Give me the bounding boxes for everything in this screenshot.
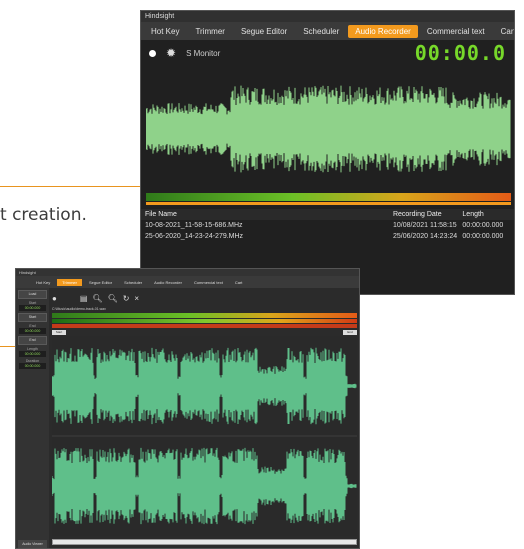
file-name: 25-06-2020_14-23-24-279.MHz — [145, 233, 244, 240]
zoom-in-icon[interactable]: 🔍︎ — [92, 294, 102, 303]
length-field: 00:00.000 — [19, 351, 46, 357]
tab-trimmer[interactable]: Trimmer — [188, 25, 231, 38]
end-marker[interactable]: End — [343, 330, 357, 335]
recording-date: 10/08/2021 11:58:15 — [392, 222, 457, 229]
level-meter — [146, 193, 511, 201]
file-name: 10-08-2021_11-58-15-686.MHz — [145, 222, 243, 229]
start-time-field[interactable]: 00:00.000 — [19, 305, 46, 311]
window-title: Hindsight — [16, 269, 359, 276]
recording-timer: 00:00.0 — [414, 41, 506, 65]
caption-text: t creation. — [0, 205, 87, 225]
tab-audio-recorder[interactable]: Audio Recorder — [348, 24, 418, 38]
end-time-field[interactable]: 00:00.000 — [19, 328, 46, 334]
tab-hot-key[interactable]: Hot Key — [31, 279, 55, 286]
table-row[interactable]: 10-08-2021_11-58-15-686.MHz 10/08/2021 1… — [141, 220, 514, 231]
trimmer-window: Hindsight Hot Key Trimmer Segue Editor S… — [15, 268, 360, 549]
tab-commercial-text[interactable]: Commercial text — [189, 279, 228, 286]
tab-trimmer[interactable]: Trimmer — [57, 278, 82, 286]
trimmer-sidebar: Load Start 00:00.000 Start End 00:00.000… — [16, 288, 49, 548]
tab-segue-editor[interactable]: Segue Editor — [84, 279, 117, 286]
window-title: Hindsight — [141, 11, 514, 22]
column-header: Recording Date — [392, 211, 442, 218]
gear-icon[interactable]: ✹ — [166, 47, 176, 59]
table-row[interactable]: 25-06-2020_14-23-24-279.MHz 25/06/2020 1… — [141, 231, 514, 242]
tab-bar: Hot Key Trimmer Segue Editor Scheduler A… — [141, 22, 514, 40]
connector-line — [0, 186, 140, 187]
tab-scheduler[interactable]: Scheduler — [119, 279, 147, 286]
set-start-button[interactable]: Start — [18, 313, 47, 322]
recordings-table: File Name Recording Date Length 10-08-20… — [141, 209, 514, 242]
duration-field: 00:00.000 — [19, 363, 46, 369]
column-header: Length — [462, 211, 484, 218]
recording-date: 25/06/2020 14:23:24 — [392, 233, 458, 240]
refresh-icon[interactable]: ↻ — [123, 294, 130, 303]
start-marker[interactable]: Start — [52, 330, 66, 335]
set-end-button[interactable]: End — [18, 336, 47, 345]
audio-recorder-window: Hindsight Hot Key Trimmer Segue Editor S… — [140, 10, 515, 295]
tab-bar: Hot Key Trimmer Segue Editor Scheduler A… — [16, 276, 359, 288]
column-header: File Name — [145, 211, 177, 218]
tab-audio-recorder[interactable]: Audio Recorder — [149, 279, 187, 286]
audio-viewer-button[interactable]: Audio Viewer — [18, 540, 47, 548]
level-meter-left — [52, 313, 357, 318]
level-meter-right — [52, 319, 357, 323]
timeline-ruler[interactable] — [52, 324, 357, 328]
level-meter-bar — [146, 202, 511, 205]
recording-length: 00:00:00.000 — [462, 222, 504, 229]
zoom-out-icon[interactable]: 🔍︎ — [108, 294, 118, 303]
tab-segue-editor[interactable]: Segue Editor — [234, 25, 294, 38]
trimmer-toolbar: ● ▤ 🔍︎ 🔍︎ ↻ × — [52, 291, 139, 305]
table-header: File Name Recording Date Length — [141, 209, 514, 220]
monitor-toggle[interactable]: S Monitor — [186, 49, 220, 58]
play-icon[interactable]: ● — [52, 294, 57, 303]
recorder-toolbar: ✹ S Monitor 00:00.0 — [141, 40, 514, 66]
close-icon[interactable]: × — [134, 294, 139, 303]
recording-length: 00:00:00.000 — [462, 233, 504, 240]
load-button[interactable]: Load — [18, 290, 47, 299]
tab-hot-key[interactable]: Hot Key — [144, 25, 186, 38]
file-path: C:\Music\audio\demo-track-01.wav — [52, 307, 106, 311]
trim-waveform[interactable] — [52, 336, 357, 536]
tab-scheduler[interactable]: Scheduler — [296, 25, 346, 38]
horizontal-scrollbar[interactable] — [52, 539, 357, 545]
recording-waveform — [146, 85, 511, 173]
save-icon[interactable]: ▤ — [80, 294, 88, 303]
tab-cart[interactable]: Cart — [494, 25, 514, 38]
tab-commercial-text[interactable]: Commercial text — [420, 25, 492, 38]
record-button[interactable] — [149, 49, 156, 57]
tab-cart[interactable]: Cart — [230, 279, 248, 286]
